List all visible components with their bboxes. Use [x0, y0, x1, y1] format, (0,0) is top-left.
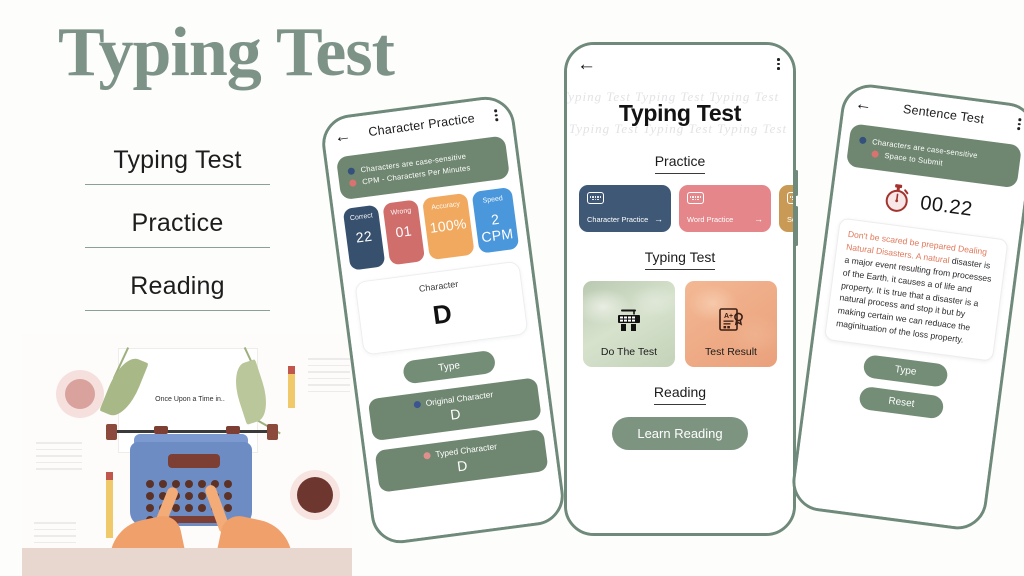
menu-item-label: Practice	[131, 209, 224, 237]
card-do-the-test[interactable]: Do The Test	[583, 281, 675, 367]
section-heading-typing-test: Typing Test	[567, 249, 793, 270]
section-heading-practice: Practice	[567, 153, 793, 174]
keyboard-icon	[787, 192, 793, 204]
bullet-dot-icon	[871, 150, 880, 159]
arrow-right-icon: →	[754, 214, 763, 224]
remaining-text: disaster is a major event resulting from…	[835, 254, 993, 345]
certificate-icon: A+	[716, 307, 746, 338]
screen-character-practice: ← Character Practice Characters are case…	[322, 96, 564, 544]
stat-label: Wrong	[390, 207, 412, 217]
typed-character-card: Typed Character D	[374, 428, 549, 493]
hero-menu: Typing Test Practice Reading	[85, 140, 270, 311]
typewriter-knob-icon	[267, 424, 278, 440]
paper-text: Once Upon a Time in..	[155, 396, 225, 403]
stat-value: 22	[354, 227, 373, 246]
poster-canvas: Typing Test Typing Test Practice Reading…	[0, 0, 1024, 576]
typewriter-carriage-bar	[108, 430, 274, 433]
stat-card-correct: Correct 22	[342, 204, 386, 271]
stat-card-speed: Speed 2 CPM	[471, 186, 520, 254]
practice-card-label: Character Practice	[587, 214, 649, 224]
stats-row: Correct 22 Wrong 01 Accuracy 100% Speed …	[342, 186, 520, 271]
section-label: Typing Test	[644, 249, 716, 270]
arrow-right-icon: →	[654, 214, 663, 224]
type-button[interactable]: Type	[402, 349, 497, 385]
typing-test-card-row: Do The Test A+ Test Result	[567, 281, 793, 367]
back-arrow-icon[interactable]: ←	[333, 125, 352, 146]
overflow-menu-icon[interactable]	[1014, 115, 1024, 134]
paper-lines-icon	[36, 442, 82, 475]
app-title: Typing Test	[618, 100, 742, 126]
card-test-result[interactable]: A+ Test Result	[685, 281, 777, 367]
pencil-icon	[106, 472, 113, 538]
section-label: Practice	[654, 153, 706, 174]
bullet-dot-icon	[423, 451, 431, 460]
timer-value: 00.22	[918, 192, 974, 221]
svg-text:A+: A+	[724, 313, 733, 320]
typewriter-knob-icon	[226, 426, 240, 434]
stat-value: 01	[394, 222, 413, 241]
type-button[interactable]: Type	[862, 354, 949, 388]
practice-card-row: Character Practice → Word Practice → Sen…	[579, 185, 793, 232]
bullet-dot-icon	[348, 179, 357, 188]
practice-card-label: Sentence Practice	[787, 214, 793, 224]
desk-surface	[22, 548, 352, 576]
overflow-menu-icon[interactable]	[774, 55, 783, 73]
stat-label: Correct	[349, 212, 374, 223]
typewriter-knob-icon	[154, 426, 168, 434]
keyboard-icon	[587, 192, 604, 204]
overflow-menu-icon[interactable]	[491, 106, 502, 125]
coffee-cup-icon	[56, 370, 104, 418]
character-display-box: Character D	[354, 260, 529, 356]
typewriter-icon	[614, 307, 644, 338]
back-arrow-icon[interactable]: ←	[577, 55, 596, 74]
stat-card-accuracy: Accuracy 100%	[421, 192, 475, 261]
menu-item-reading[interactable]: Reading	[85, 266, 270, 311]
menu-item-practice[interactable]: Practice	[85, 203, 270, 248]
screen-title: Character Practice	[367, 111, 476, 140]
title-block: Typing Test Typing Test Typing Test Typi…	[567, 83, 793, 145]
phone-mockup-character-practice: ← Character Practice Characters are case…	[318, 93, 568, 547]
stat-value: 2 CPM	[480, 210, 515, 246]
stopwatch-icon	[880, 181, 912, 219]
typewriter-illustration: Once Upon a Time in..	[22, 334, 352, 576]
phone-side-button[interactable]	[795, 206, 798, 246]
practice-card-sentence[interactable]: Sentence Practice →	[779, 185, 793, 232]
menu-item-label: Reading	[130, 272, 225, 300]
typewriter-ribbon	[168, 454, 220, 468]
typewriter-knob-icon	[106, 424, 117, 440]
stat-value: 100%	[428, 215, 468, 236]
card-label: Test Result	[705, 346, 757, 358]
keyboard-icon	[687, 192, 704, 204]
app-bar: ←	[567, 45, 793, 83]
paper-lines-icon	[34, 522, 76, 548]
phone-mockup-typing-test-home: ← Typing Test Typing Test Typing Test Ty…	[564, 42, 796, 536]
menu-item-typing-test[interactable]: Typing Test	[85, 140, 270, 185]
page-title: Typing Test	[58, 14, 395, 91]
practice-card-character[interactable]: Character Practice →	[579, 185, 671, 232]
bullet-dot-icon	[413, 400, 422, 409]
coffee-cup-icon	[290, 470, 340, 520]
stat-card-wrong: Wrong 01	[382, 199, 426, 266]
screen-title: Sentence Test	[902, 101, 985, 127]
section-label: Reading	[653, 384, 707, 405]
phone-side-button[interactable]	[795, 170, 798, 196]
section-heading-reading: Reading	[567, 384, 793, 405]
pencil-icon	[288, 366, 295, 408]
phone-mockup-sentence-test: ← Sentence Test Characters are case-sens…	[788, 81, 1024, 533]
bullet-dot-icon	[858, 136, 867, 145]
menu-item-label: Typing Test	[113, 146, 242, 174]
learn-reading-button[interactable]: Learn Reading	[612, 417, 748, 450]
screen-typing-test-home: ← Typing Test Typing Test Typing Test Ty…	[567, 45, 793, 533]
sentence-paragraph-card: Don't be scared be prepared Dealing Natu…	[823, 217, 1009, 362]
reset-button[interactable]: Reset	[858, 385, 945, 420]
card-label: Do The Test	[600, 346, 658, 358]
practice-card-word[interactable]: Word Practice →	[679, 185, 771, 232]
practice-card-label: Word Practice	[687, 214, 734, 224]
stat-label: Speed	[482, 195, 504, 205]
screen-sentence-test: ← Sentence Test Characters are case-sens…	[792, 84, 1024, 530]
paper-lines-icon	[308, 358, 350, 397]
bullet-dot-icon	[347, 167, 356, 176]
stat-label: Accuracy	[430, 200, 461, 212]
